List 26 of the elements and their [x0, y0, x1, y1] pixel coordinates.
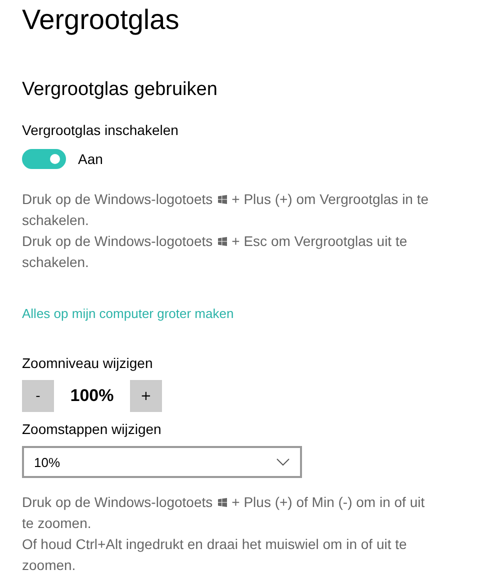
help-text: zoomen. — [22, 556, 76, 575]
steps-dropdown[interactable]: 10% — [22, 446, 302, 478]
page-title: Vergrootglas — [22, 3, 180, 37]
windows-logo-icon — [218, 237, 227, 246]
help-text: schakelen. — [22, 211, 89, 230]
steps-label: Zoomstappen wijzigen — [22, 420, 162, 438]
help-text: Druk op de Windows-logotoets — [22, 493, 213, 512]
toggle-switch[interactable] — [22, 149, 66, 169]
help-text: + Esc om Vergrootglas uit te — [232, 232, 408, 251]
zoom-in-button[interactable]: + — [130, 380, 162, 412]
section-heading: Vergrootglas gebruiken — [22, 78, 218, 102]
help-text: Druk op de Windows-logotoets — [22, 232, 213, 251]
chevron-down-icon — [276, 458, 290, 466]
windows-logo-icon — [218, 195, 227, 204]
help-text: te zoomen. — [22, 514, 92, 533]
zoom-label: Zoomniveau wijzigen — [22, 354, 154, 372]
windows-logo-icon — [218, 498, 227, 507]
help-text: schakelen. — [22, 253, 89, 272]
zoom-value: 100% — [69, 386, 115, 406]
help-text: + Plus (+) om Vergrootglas in te — [232, 190, 429, 209]
toggle-state: Aan — [78, 151, 103, 167]
help-text: + Plus (+) of Min (-) om in of uit — [232, 493, 425, 512]
toggle-label: Vergrootglas inschakelen — [22, 121, 180, 139]
zoom-out-button[interactable]: - — [22, 380, 54, 412]
help-text: Druk op de Windows-logotoets — [22, 190, 213, 209]
help-text: Of houd Ctrl+Alt ingedrukt en draai het muiswiel om in of uit te — [22, 535, 407, 554]
